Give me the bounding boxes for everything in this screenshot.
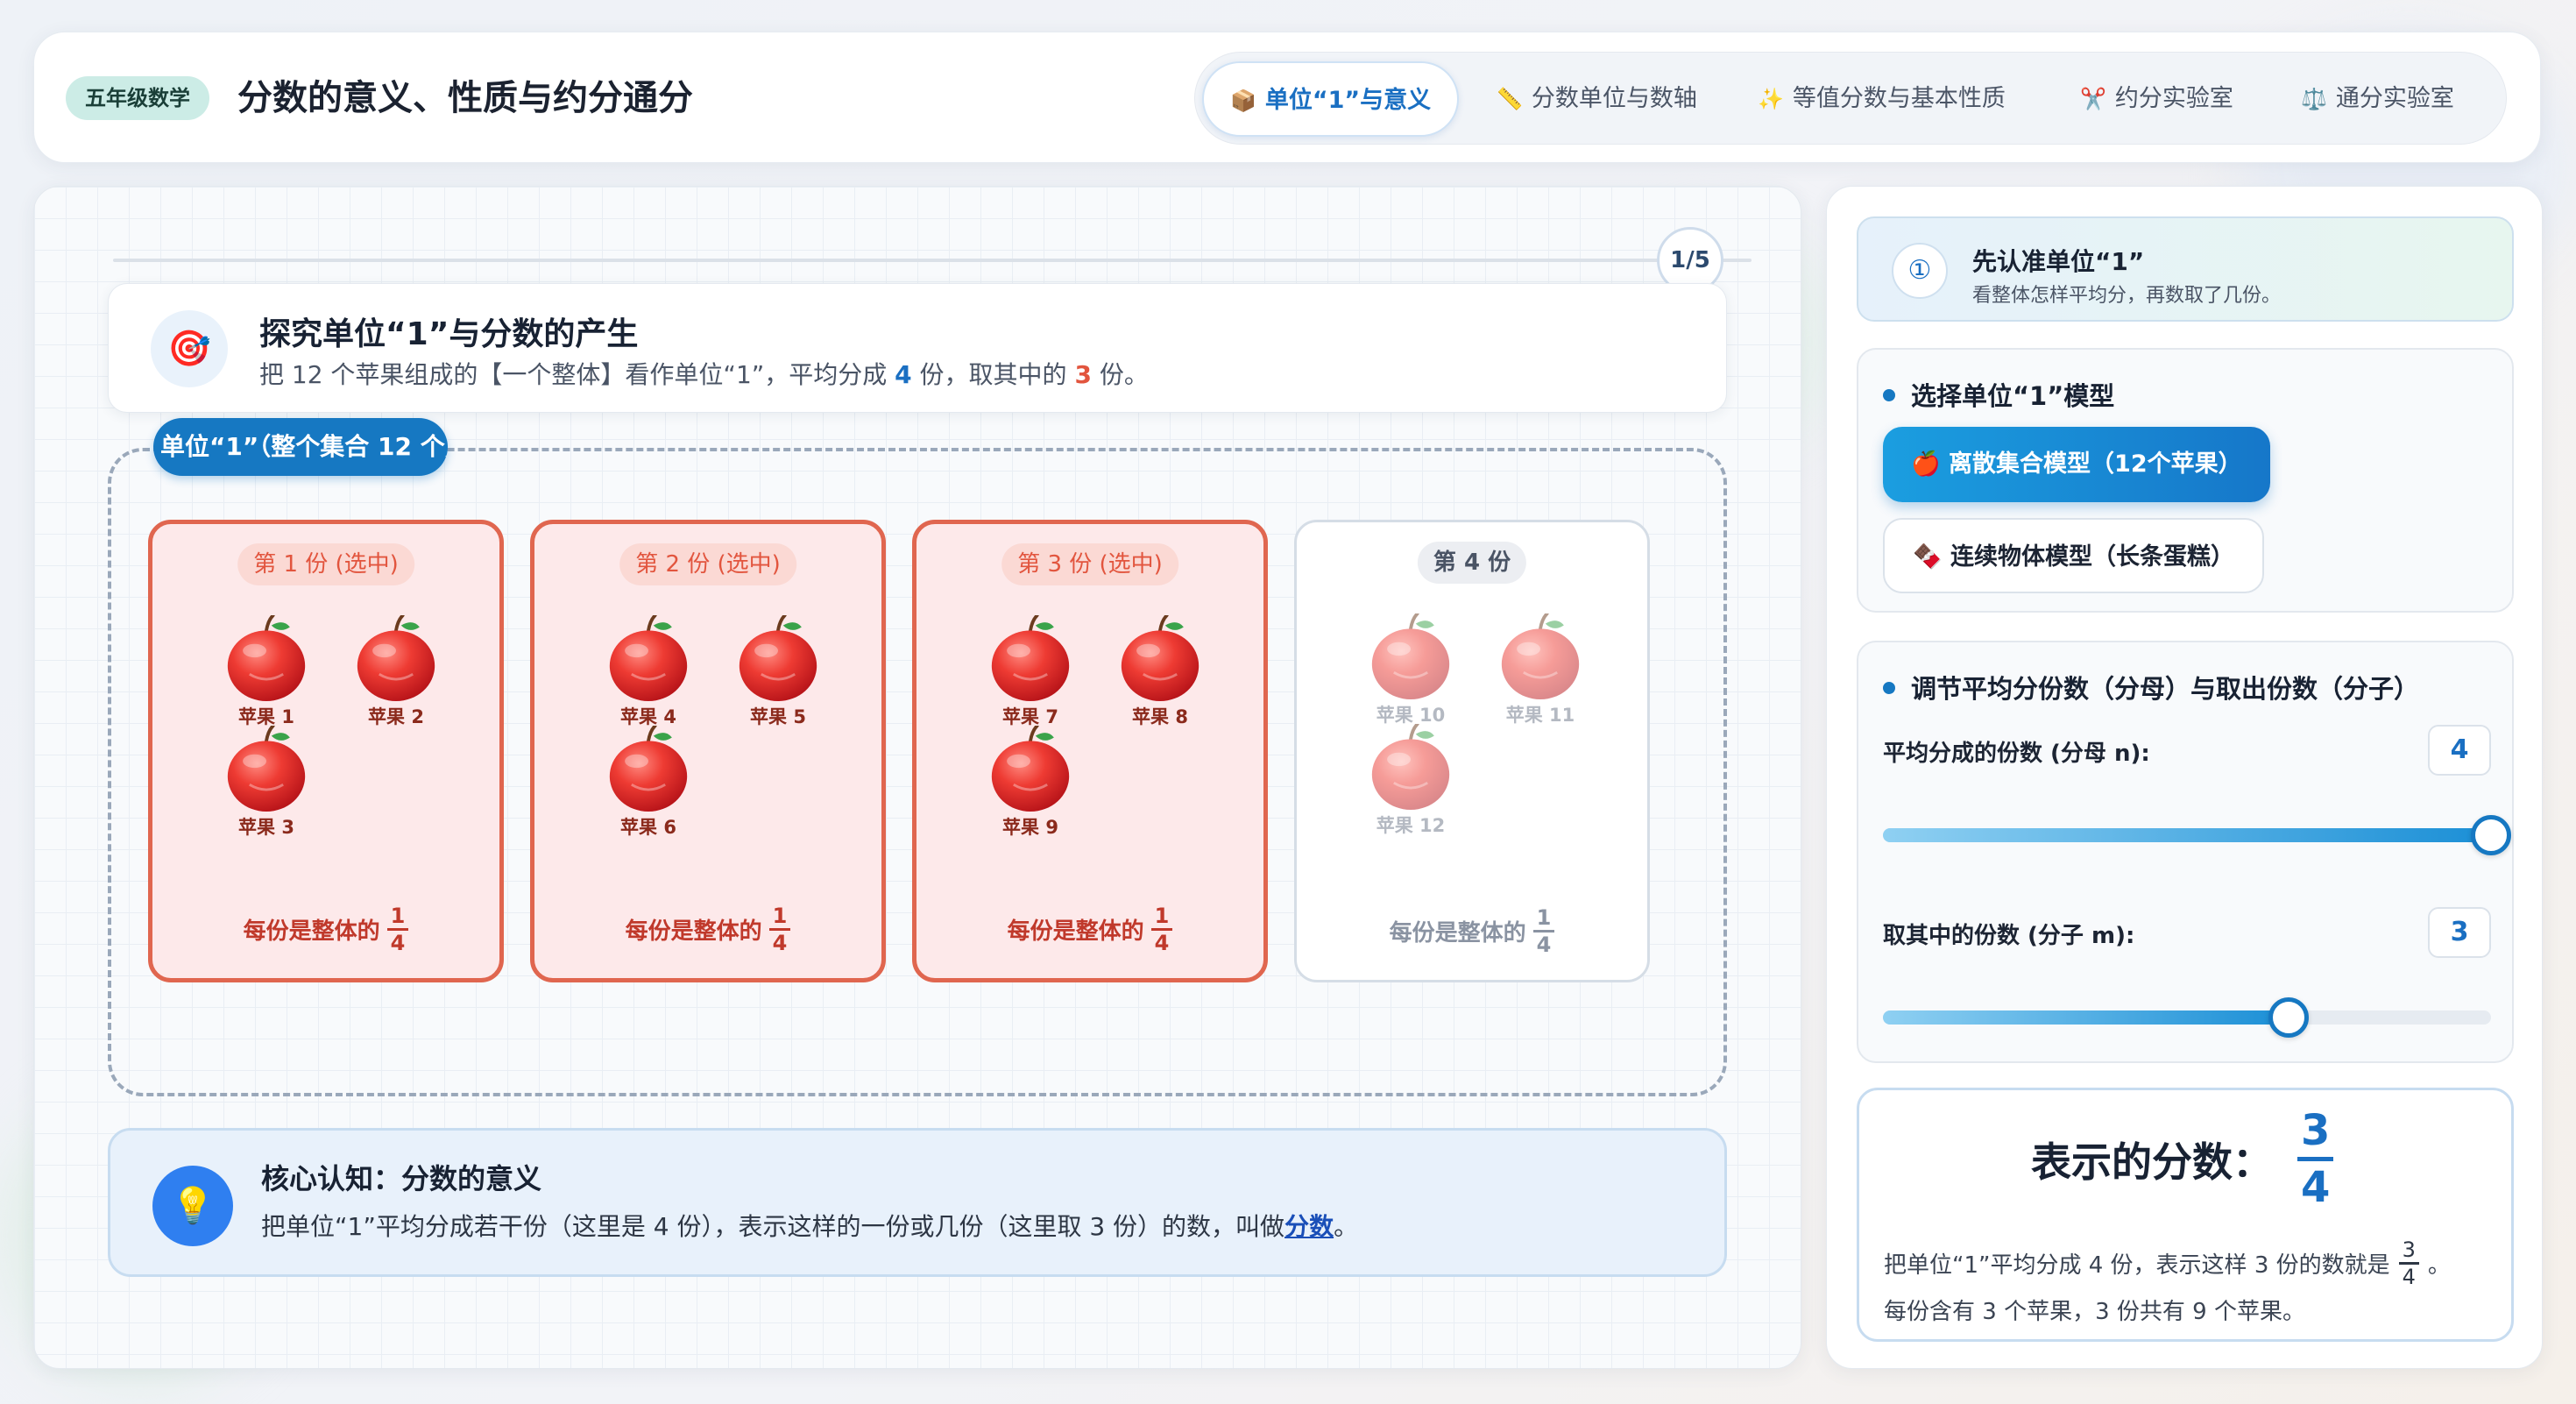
discrete-model-button[interactable]: 🍎 离散集合模型（12个苹果） — [1883, 427, 2270, 502]
apple: 苹果 5 — [725, 615, 831, 738]
result-label: 表示的分数： — [2031, 1138, 2273, 1186]
control-panel: ① 先认准单位“1” 看整体怎样平均分，再数取了几份。 选择单位“1”模型 🍎 … — [1826, 186, 2543, 1369]
insight-card: 💡 核心认知：分数的意义 把单位“1”平均分成若干份（这里是 4 份），表示这样… — [108, 1128, 1727, 1277]
slider-panel: 调节平均分份数（分母）与取出份数（分子） 平均分成的份数 (分母 n): 4 取… — [1857, 641, 2514, 1063]
tab-equivalent[interactable]: ✨ 等值分数与基本性质 — [1731, 61, 2032, 137]
workspace-panel: 1/5 🎯 探究单位“1”与分数的产生 把 12 个苹果组成的【一个整体】看作单… — [33, 186, 1801, 1369]
apple-label: 苹果 11 — [1505, 705, 1575, 726]
fraction-term-link[interactable]: 分数 — [1284, 1212, 1334, 1241]
tab-common-denominator[interactable]: ⚖️ 通分实验室 — [2275, 61, 2480, 137]
slider-fill — [1883, 1010, 2289, 1025]
intro-text: 把 12 个苹果组成的【一个整体】看作单位“1”，平均分成 4 份，取其中的 3… — [259, 360, 1149, 389]
tab-label: 单位“1”与意义 — [1264, 87, 1432, 114]
insight-text: 把单位“1”平均分成若干份（这里是 4 份），表示这样的一份或几份（这里取 3 … — [261, 1212, 1359, 1241]
intro-title: 探究单位“1”与分数的产生 — [259, 316, 639, 352]
denominator-label: 平均分成的份数 (分母 n): — [1883, 741, 2150, 767]
slider-thumb[interactable] — [2471, 815, 2511, 855]
step-number-icon: ① — [1892, 243, 1948, 299]
result-count: 每份含有 3 个苹果，3 份共有 9 个苹果。 — [1884, 1299, 2305, 1325]
denominator-value: 4 — [895, 360, 912, 389]
group-title: 第 1 份 (选中) — [237, 543, 414, 585]
apple: 苹果 4 — [596, 615, 701, 738]
lightbulb-icon: 💡 — [152, 1166, 233, 1246]
model-title: 选择单位“1”模型 — [1883, 376, 2114, 413]
grade-badge: 五年级数学 — [66, 76, 209, 120]
result-card: 表示的分数： 34 把单位“1”平均分成 4 份，表示这样 3 份的数就是 3 4。… — [1857, 1088, 2514, 1342]
continuous-model-button[interactable]: 🍫 连续物体模型（长条蛋糕） — [1883, 518, 2265, 593]
apple: 苹果 9 — [978, 726, 1083, 848]
group-title: 第 3 份 (选中) — [1001, 543, 1178, 585]
group-caption: 每份是整体的 1 4 — [534, 905, 881, 954]
group-title: 第 2 份 (选中) — [619, 543, 796, 585]
apple-group-4[interactable]: 第 4 份苹果 10 苹果 11 苹果 12 每份是整体的 1 4 — [1294, 520, 1650, 982]
tab-label: 等值分数与基本性质 — [1792, 85, 2006, 112]
apple: 苹果 6 — [596, 726, 701, 848]
denominator-input[interactable]: 4 — [2428, 725, 2491, 776]
unit-one-label: 单位“1”（整个集合 12 个） — [153, 418, 448, 476]
ruler-icon: 📏 — [1497, 87, 1523, 111]
apple-label: 苹果 2 — [368, 706, 424, 727]
group-caption: 每份是整体的 1 4 — [1297, 907, 1647, 955]
unit-fraction: 14 — [768, 905, 791, 954]
slider-title: 调节平均分份数（分母）与取出份数（分子） — [1883, 669, 2419, 706]
model-panel: 选择单位“1”模型 🍎 离散集合模型（12个苹果） 🍫 连续物体模型（长条蛋糕） — [1857, 348, 2514, 613]
tab-reduce[interactable]: ✂️ 约分实验室 — [2054, 61, 2260, 137]
scissors-icon: ✂️ — [2080, 87, 2106, 111]
numerator-slider[interactable] — [1883, 997, 2491, 1038]
apple-icon: 🍎 — [1911, 450, 1941, 478]
box-icon: 📦 — [1230, 89, 1256, 113]
apple-label: 苹果 5 — [750, 706, 806, 727]
slider-fill — [1883, 828, 2491, 842]
apple: 苹果 12 — [1358, 724, 1463, 847]
apple-label: 苹果 3 — [238, 817, 294, 838]
tab-fraction-unit[interactable]: 📏 分数单位与数轴 — [1470, 61, 1723, 137]
apple: 苹果 1 — [214, 615, 319, 738]
tip-text: 看整体怎样平均分，再数取了几份。 — [1972, 285, 2282, 307]
apple-group-3[interactable]: 第 3 份 (选中) 苹果 7 苹果 8 苹果 9 每份是整体的 1 4 — [912, 520, 1268, 982]
apple-group-1[interactable]: 第 1 份 (选中) 苹果 1 苹果 2 苹果 3 每份是整体的 1 4 — [148, 520, 504, 982]
apple-label: 苹果 6 — [620, 817, 676, 838]
tab-bar: 📦 单位“1”与意义 📏 分数单位与数轴 ✨ 等值分数与基本性质 ✂️ 约分实验室 ⚖️… — [1194, 52, 2507, 145]
intro-card: 🎯 探究单位“1”与分数的产生 把 12 个苹果组成的【一个整体】看作单位“1”… — [108, 283, 1727, 413]
result-explanation: 把单位“1”平均分成 4 份，表示这样 3 份的数就是 3 4。 — [1884, 1237, 2451, 1289]
apple: 苹果 10 — [1358, 613, 1463, 736]
tab-label: 分数单位与数轴 — [1531, 85, 1697, 112]
slider-thumb[interactable] — [2268, 997, 2309, 1038]
group-caption: 每份是整体的 1 4 — [916, 905, 1263, 954]
denominator-slider[interactable] — [1883, 815, 2511, 855]
unit-fraction: 14 — [1150, 905, 1173, 954]
tip-title: 先认准单位“1” — [1972, 247, 2145, 276]
numerator-value: 3 — [1074, 360, 1092, 389]
result-fraction: 34 — [2297, 1110, 2334, 1209]
tab-label: 通分实验室 — [2335, 85, 2454, 112]
scale-icon: ⚖️ — [2301, 87, 2327, 111]
app-header: 五年级数学 分数的意义、性质与约分通分 📦 单位“1”与意义 📏 分数单位与数轴 ✨… — [33, 32, 2541, 163]
apple: 苹果 3 — [214, 726, 319, 848]
chocolate-icon: 🍫 — [1913, 543, 1943, 571]
inline-fraction: 34 — [2398, 1239, 2419, 1287]
sparkles-icon: ✨ — [1758, 87, 1784, 111]
numerator-input[interactable]: 3 — [2428, 907, 2491, 958]
apple-group-2[interactable]: 第 2 份 (选中) 苹果 4 苹果 5 苹果 6 每份是整体的 1 4 — [530, 520, 886, 982]
group-title: 第 4 份 — [1417, 542, 1527, 584]
numerator-label: 取其中的份数 (分子 m): — [1883, 923, 2135, 949]
unit-fraction: 14 — [386, 905, 409, 954]
apple-label: 苹果 8 — [1132, 706, 1188, 727]
apple-label: 苹果 9 — [1002, 817, 1058, 838]
insight-title: 核心认知：分数的意义 — [261, 1162, 542, 1195]
tab-label: 约分实验室 — [2114, 85, 2233, 112]
tip-card: ① 先认准单位“1” 看整体怎样平均分，再数取了几份。 — [1857, 216, 2514, 322]
group-caption: 每份是整体的 1 4 — [152, 905, 499, 954]
apple: 苹果 8 — [1108, 615, 1213, 738]
unit-fraction: 14 — [1532, 907, 1555, 955]
apple: 苹果 7 — [978, 615, 1083, 738]
progress-line — [113, 259, 1752, 262]
apple: 苹果 11 — [1488, 613, 1593, 736]
apple: 苹果 2 — [343, 615, 449, 738]
target-icon: 🎯 — [151, 310, 228, 387]
apple-label: 苹果 12 — [1376, 815, 1446, 836]
app-title: 分数的意义、性质与约分通分 — [237, 78, 693, 118]
tab-unit-one[interactable]: 📦 单位“1”与意义 — [1202, 61, 1460, 137]
